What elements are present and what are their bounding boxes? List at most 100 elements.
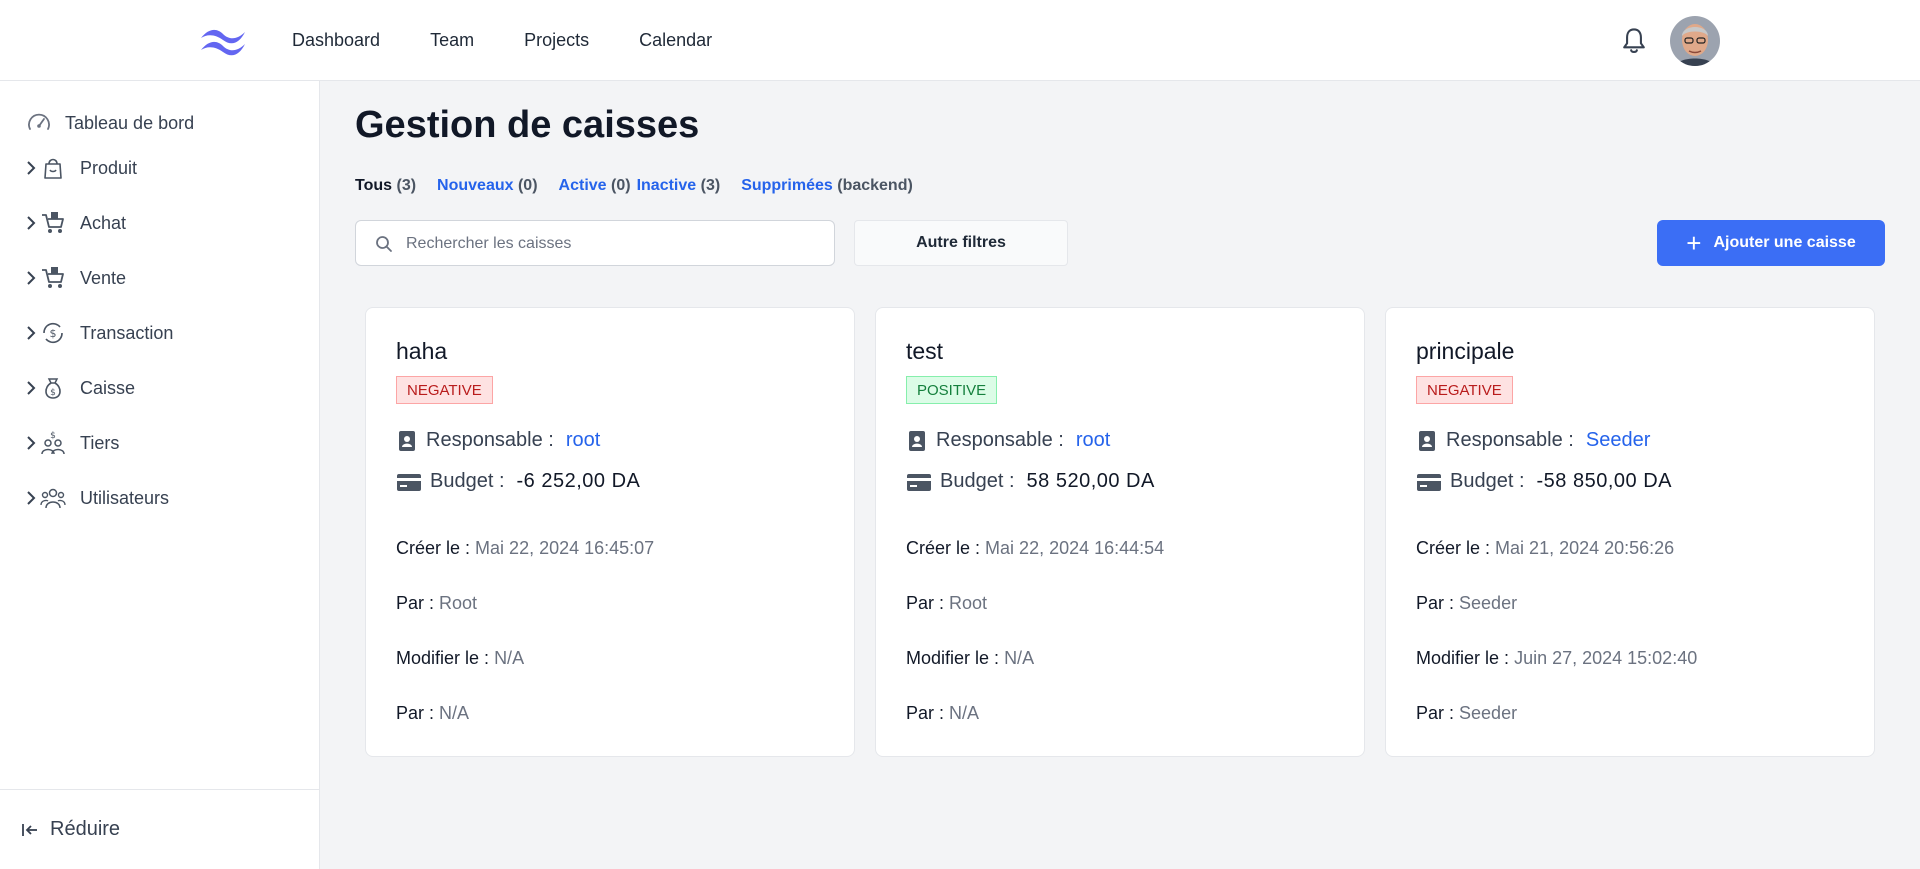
chevron-right-icon	[27, 381, 36, 395]
created-by-row: Par : Root	[396, 593, 478, 613]
cart-icon	[42, 212, 64, 233]
sidebar-item-label: Tiers	[80, 432, 120, 453]
add-caisse-label: Ajouter une caisse	[1713, 234, 1856, 251]
gauge-icon	[28, 113, 50, 130]
credit-card-icon	[907, 473, 931, 491]
created-by-row: Par : Root	[906, 593, 988, 613]
collapse-sidebar-button[interactable]: Réduire	[0, 789, 319, 869]
responsable-row: Responsable : root	[396, 429, 600, 452]
modified-at-row: Modifier le : N/A	[906, 648, 1035, 668]
filter-tab-nouveaux[interactable]: Nouveaux (0)	[437, 177, 537, 195]
created-by-row: Par : Seeder	[1416, 593, 1518, 613]
sidebar-item-transaction[interactable]: $ Transaction	[0, 308, 319, 358]
chevron-right-icon	[27, 271, 36, 285]
sidebar-item-achat[interactable]: Achat	[0, 198, 319, 248]
other-filters-button[interactable]: Autre filtres	[854, 220, 1068, 266]
created-at-value: Mai 22, 2024 16:45:07	[475, 538, 655, 558]
nav-dashboard[interactable]: Dashboard	[292, 30, 380, 51]
contact-card-icon	[909, 430, 925, 451]
sidebar-item-label: Utilisateurs	[80, 487, 170, 508]
budget-row: Budget : 58 520,00 DA	[906, 470, 1155, 493]
sidebar-item-vente[interactable]: Vente	[0, 253, 319, 303]
sidebar-item-tiers[interactable]: $ Tiers	[0, 418, 319, 468]
users-icon	[40, 488, 66, 509]
sidebar-item-tableau-de-bord[interactable]: Tableau de bord	[0, 98, 319, 148]
budget-row: Budget : -58 850,00 DA	[1416, 470, 1672, 493]
sidebar-item-produit[interactable]: Produit	[0, 143, 319, 193]
sidebar-item-utilisateurs[interactable]: Utilisateurs	[0, 473, 319, 523]
search-box[interactable]	[355, 220, 835, 266]
modified-by-value: Seeder	[1459, 703, 1518, 723]
chevron-right-icon	[27, 161, 36, 175]
caisse-name: test	[906, 338, 944, 364]
created-by-value: Root	[439, 593, 478, 613]
sidebar-item-caisse[interactable]: $ Caisse	[0, 363, 319, 413]
svg-text:$: $	[50, 431, 56, 441]
sidebar-item-label: Transaction	[80, 322, 174, 343]
people-money-icon: $	[41, 431, 65, 455]
bag-icon	[44, 158, 62, 179]
main-nav: Dashboard Team Projects Calendar	[292, 0, 712, 81]
sidebar-item-label: Tableau de bord	[65, 112, 195, 133]
search-input[interactable]	[406, 229, 816, 259]
filter-tab-inactive[interactable]: Inactive (3)	[637, 177, 721, 195]
budget-label: Budget :	[940, 470, 1015, 492]
chevron-right-icon	[27, 216, 36, 230]
modified-at-row: Modifier le : N/A	[396, 648, 525, 668]
credit-card-icon	[397, 473, 421, 491]
budget-label: Budget :	[1450, 470, 1525, 492]
credit-card-icon	[1417, 473, 1441, 491]
status-badge: NEGATIVE	[1416, 376, 1513, 404]
caisse-card[interactable]: principale NEGATIVE Responsable : Seeder…	[1385, 307, 1875, 757]
responsable-link[interactable]: root	[566, 429, 600, 452]
nav-team[interactable]: Team	[430, 30, 474, 51]
responsable-link[interactable]: root	[1076, 429, 1110, 452]
svg-text:$: $	[50, 327, 57, 340]
caisse-card[interactable]: test POSITIVE Responsable : root Budget …	[875, 307, 1365, 757]
sidebar-item-label: Achat	[80, 212, 127, 233]
sidebar-item-label: Caisse	[80, 377, 136, 398]
chevron-right-icon	[27, 436, 36, 450]
budget-value: 58 520,00 DA	[1026, 470, 1155, 492]
chevron-right-icon	[27, 491, 36, 505]
responsable-row: Responsable : root	[906, 429, 1110, 452]
collapse-label: Réduire	[50, 818, 121, 840]
responsable-row: Responsable : Seeder	[1416, 429, 1650, 452]
nav-calendar[interactable]: Calendar	[639, 30, 712, 51]
add-caisse-button[interactable]: + Ajouter une caisse	[1657, 220, 1885, 266]
created-by-value: Seeder	[1459, 593, 1518, 613]
status-badge: NEGATIVE	[396, 376, 493, 404]
created-at-value: Mai 22, 2024 16:44:54	[985, 538, 1165, 558]
modified-by-value: N/A	[949, 703, 980, 723]
budget-label: Budget :	[430, 470, 505, 492]
nav-projects[interactable]: Projects	[524, 30, 589, 51]
logo-icon[interactable]	[199, 24, 247, 58]
created-by-value: Root	[949, 593, 988, 613]
filter-tab-supprimees[interactable]: Supprimées (backend)	[741, 177, 913, 195]
contact-card-icon	[1419, 430, 1435, 451]
filter-tab-active[interactable]: Active (0)	[559, 177, 631, 195]
bell-icon[interactable]	[1620, 26, 1648, 56]
budget-value: -58 850,00 DA	[1536, 470, 1672, 492]
chevron-right-icon	[27, 326, 36, 340]
cart-icon	[42, 267, 64, 288]
created-at-row: Créer le : Mai 22, 2024 16:45:07	[396, 538, 655, 558]
page-title: Gestion de caisses	[355, 104, 700, 146]
collapse-left-icon	[22, 823, 37, 836]
search-icon	[376, 236, 392, 252]
responsable-label: Responsable :	[1446, 429, 1574, 451]
money-bag-icon: $	[45, 378, 61, 399]
user-avatar[interactable]	[1670, 16, 1720, 66]
status-badge: POSITIVE	[906, 376, 998, 404]
modified-by-row: Par : N/A	[396, 703, 470, 723]
filter-tab-tous[interactable]: Tous (3)	[355, 177, 416, 195]
budget-row: Budget : -6 252,00 DA	[396, 470, 640, 493]
responsable-link[interactable]: Seeder	[1586, 429, 1651, 452]
created-at-row: Créer le : Mai 22, 2024 16:44:54	[906, 538, 1165, 558]
budget-value: -6 252,00 DA	[516, 470, 641, 492]
svg-text:$: $	[50, 388, 56, 398]
created-at-row: Créer le : Mai 21, 2024 20:56:26	[1416, 538, 1675, 558]
modified-at-value: N/A	[1004, 648, 1035, 668]
sidebar-item-label: Produit	[80, 157, 138, 178]
caisse-card[interactable]: haha NEGATIVE Responsable : root Budget …	[365, 307, 855, 757]
